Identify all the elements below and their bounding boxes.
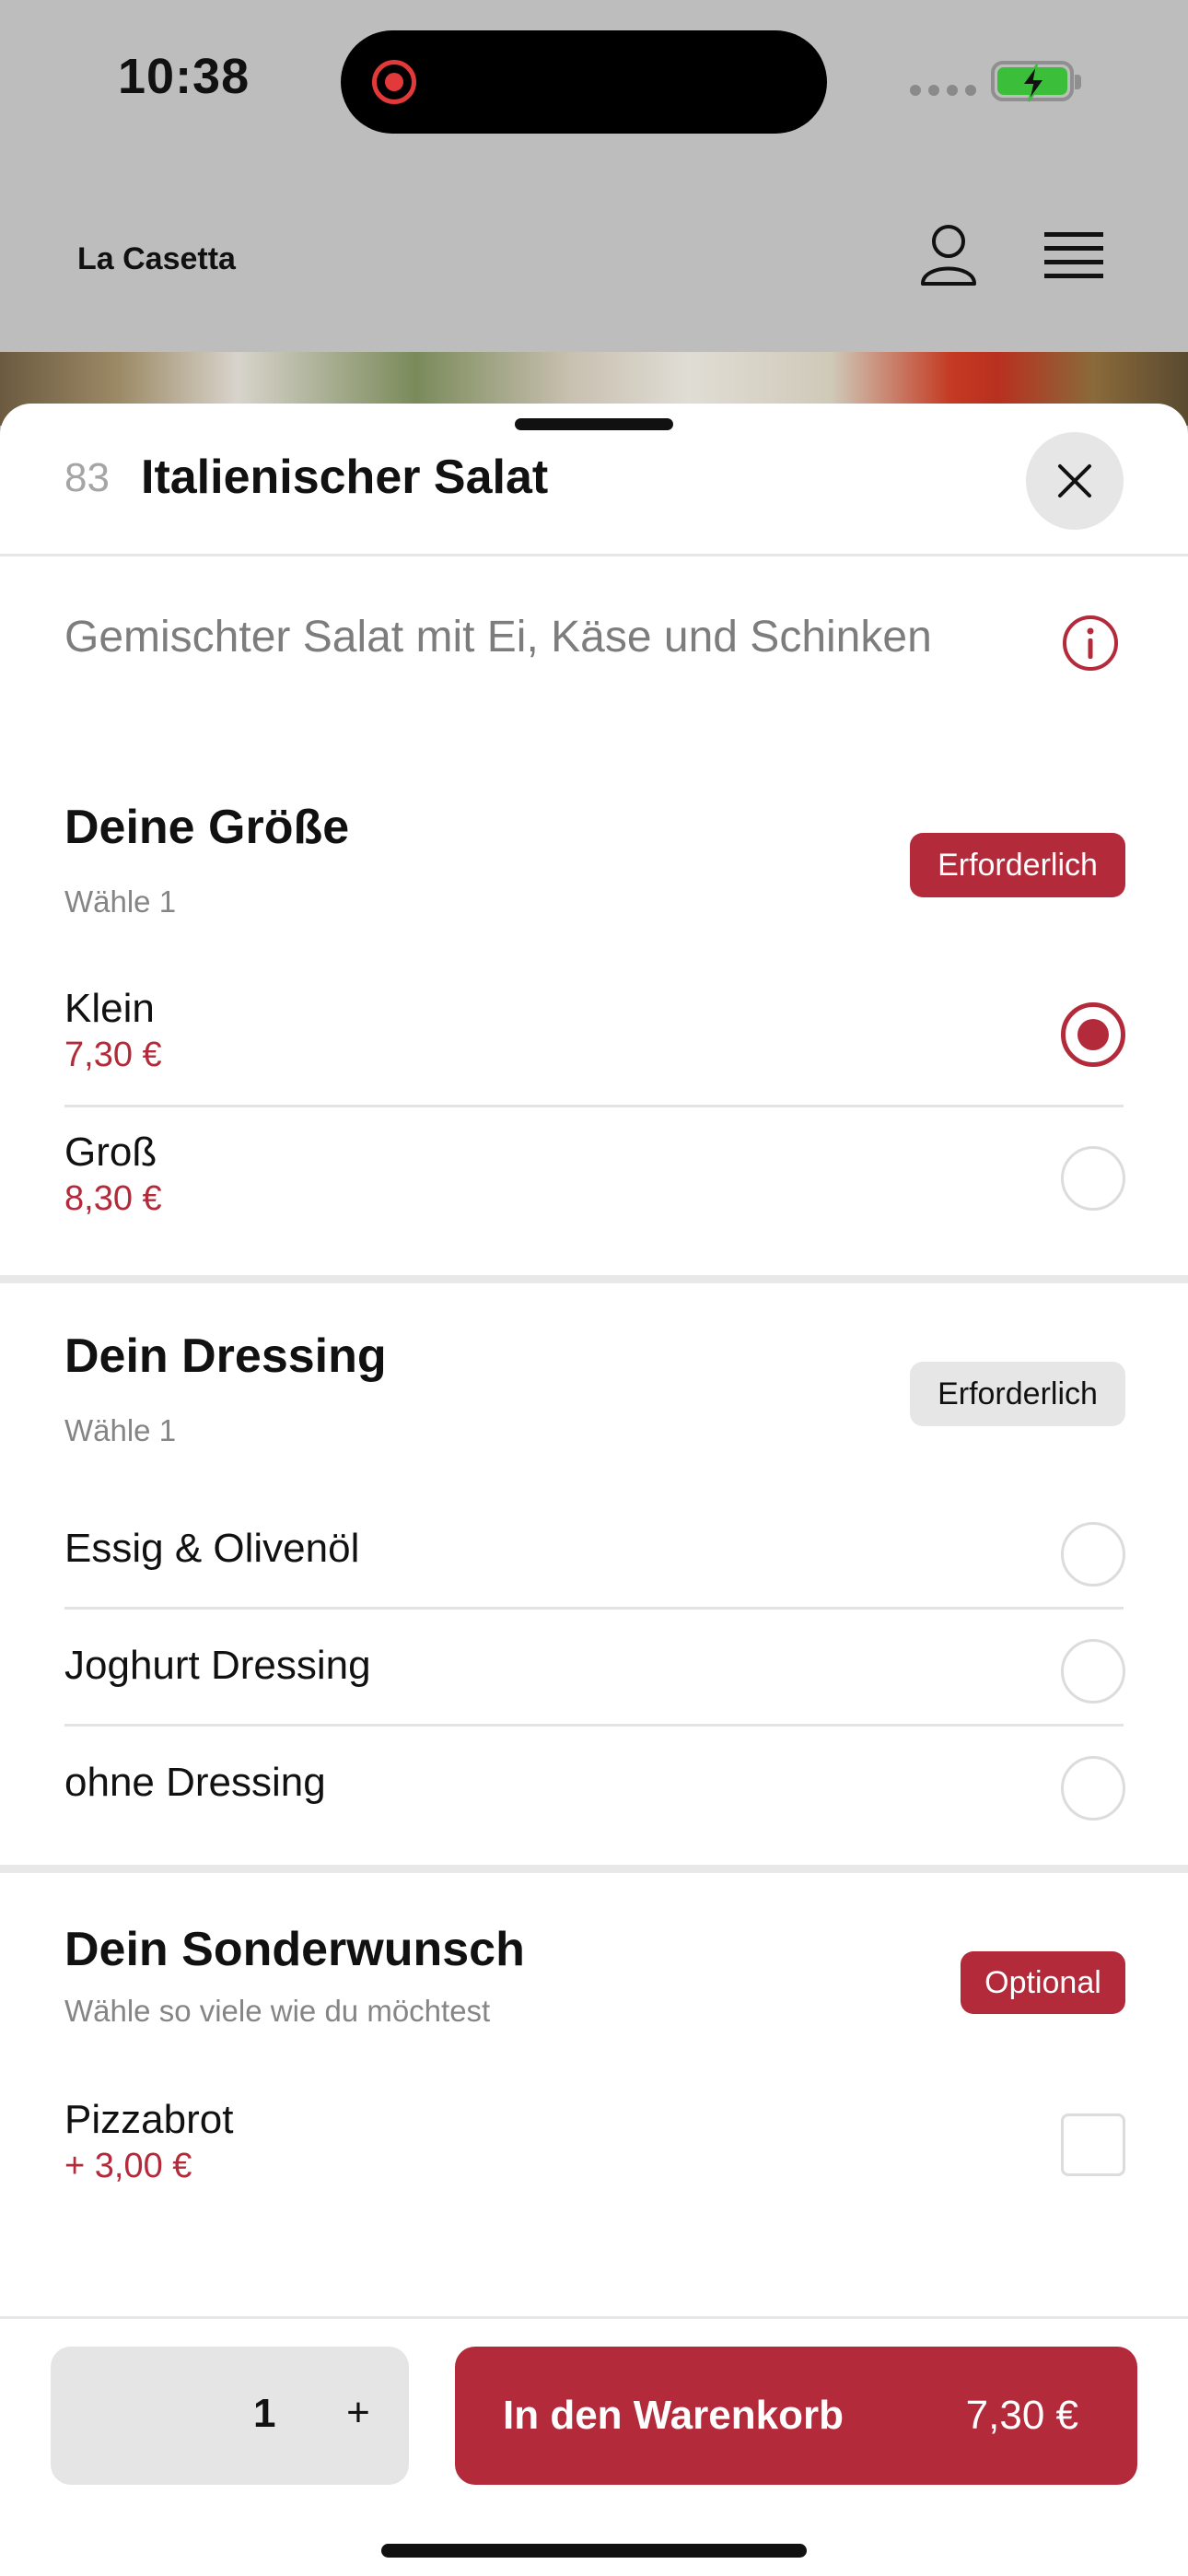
row-divider xyxy=(64,1105,1124,1107)
section-divider xyxy=(0,1865,1188,1873)
hamburger-menu-icon[interactable] xyxy=(1044,230,1103,282)
option-label: Essig & Olivenöl xyxy=(64,1526,360,1571)
close-button[interactable] xyxy=(1026,432,1124,530)
info-icon[interactable] xyxy=(1061,614,1120,673)
option-label: Klein xyxy=(64,986,155,1031)
item-description: Gemischter Salat mit Ei, Käse und Schink… xyxy=(64,613,932,662)
app-header: La Casetta xyxy=(0,166,1188,355)
option-radio[interactable] xyxy=(1061,1146,1125,1211)
option-label: Pizzabrot xyxy=(64,2097,234,2142)
section-title: Dein Dressing xyxy=(64,1329,387,1383)
row-divider xyxy=(64,1724,1124,1727)
status-time: 10:38 xyxy=(118,49,250,104)
restaurant-name[interactable]: La Casetta xyxy=(77,241,236,277)
section-divider xyxy=(0,1275,1188,1283)
option-radio[interactable] xyxy=(1061,1522,1125,1587)
cart-total-price: 7,30 € xyxy=(965,2393,1078,2438)
section-title: Dein Sonderwunsch xyxy=(64,1923,525,1976)
item-number: 83 xyxy=(64,455,110,500)
option-checkbox[interactable] xyxy=(1061,2113,1125,2176)
option-radio[interactable] xyxy=(1061,1756,1125,1821)
required-badge: Erforderlich xyxy=(910,833,1125,897)
dynamic-island xyxy=(341,30,827,134)
option-radio[interactable] xyxy=(1061,1002,1125,1067)
section-subtitle: Wähle 1 xyxy=(64,1413,177,1447)
option-label: ohne Dressing xyxy=(64,1760,326,1805)
user-account-icon[interactable] xyxy=(919,221,978,287)
row-divider xyxy=(64,1607,1124,1610)
option-label: Groß xyxy=(64,1130,157,1175)
add-to-cart-button[interactable]: In den Warenkorb 7,30 € xyxy=(455,2347,1137,2485)
section-title: Deine Größe xyxy=(64,801,350,854)
increase-quantity-button[interactable]: + xyxy=(331,2385,386,2441)
quantity-stepper: 1 + xyxy=(51,2347,409,2485)
quantity-value: 1 xyxy=(253,2391,276,2436)
option-label: Joghurt Dressing xyxy=(64,1643,371,1688)
sheet-header: 83 Italienischer Salat xyxy=(0,404,1188,556)
product-options-sheet: 83 Italienischer Salat Gemischter Salat … xyxy=(0,404,1188,2576)
status-bar: 10:38 xyxy=(0,0,1188,166)
section-subtitle: Wähle so viele wie du möchtest xyxy=(64,1994,491,2028)
add-to-cart-label: In den Warenkorb xyxy=(503,2393,844,2438)
option-radio[interactable] xyxy=(1061,1639,1125,1704)
bottom-action-bar: 1 + In den Warenkorb 7,30 € xyxy=(0,2316,1188,2576)
recording-icon xyxy=(372,60,416,104)
required-badge: Erforderlich xyxy=(910,1362,1125,1426)
section-subtitle: Wähle 1 xyxy=(64,884,177,919)
item-title: Italienischer Salat xyxy=(141,451,549,504)
option-price: 8,30 € xyxy=(64,1179,162,1218)
home-indicator[interactable] xyxy=(381,2544,807,2558)
optional-badge: Optional xyxy=(961,1951,1125,2014)
option-price: + 3,00 € xyxy=(64,2147,192,2185)
option-price: 7,30 € xyxy=(64,1036,162,1074)
cellular-signal-icon xyxy=(910,85,976,96)
close-icon xyxy=(1058,464,1091,498)
battery-charging-icon xyxy=(991,61,1081,102)
